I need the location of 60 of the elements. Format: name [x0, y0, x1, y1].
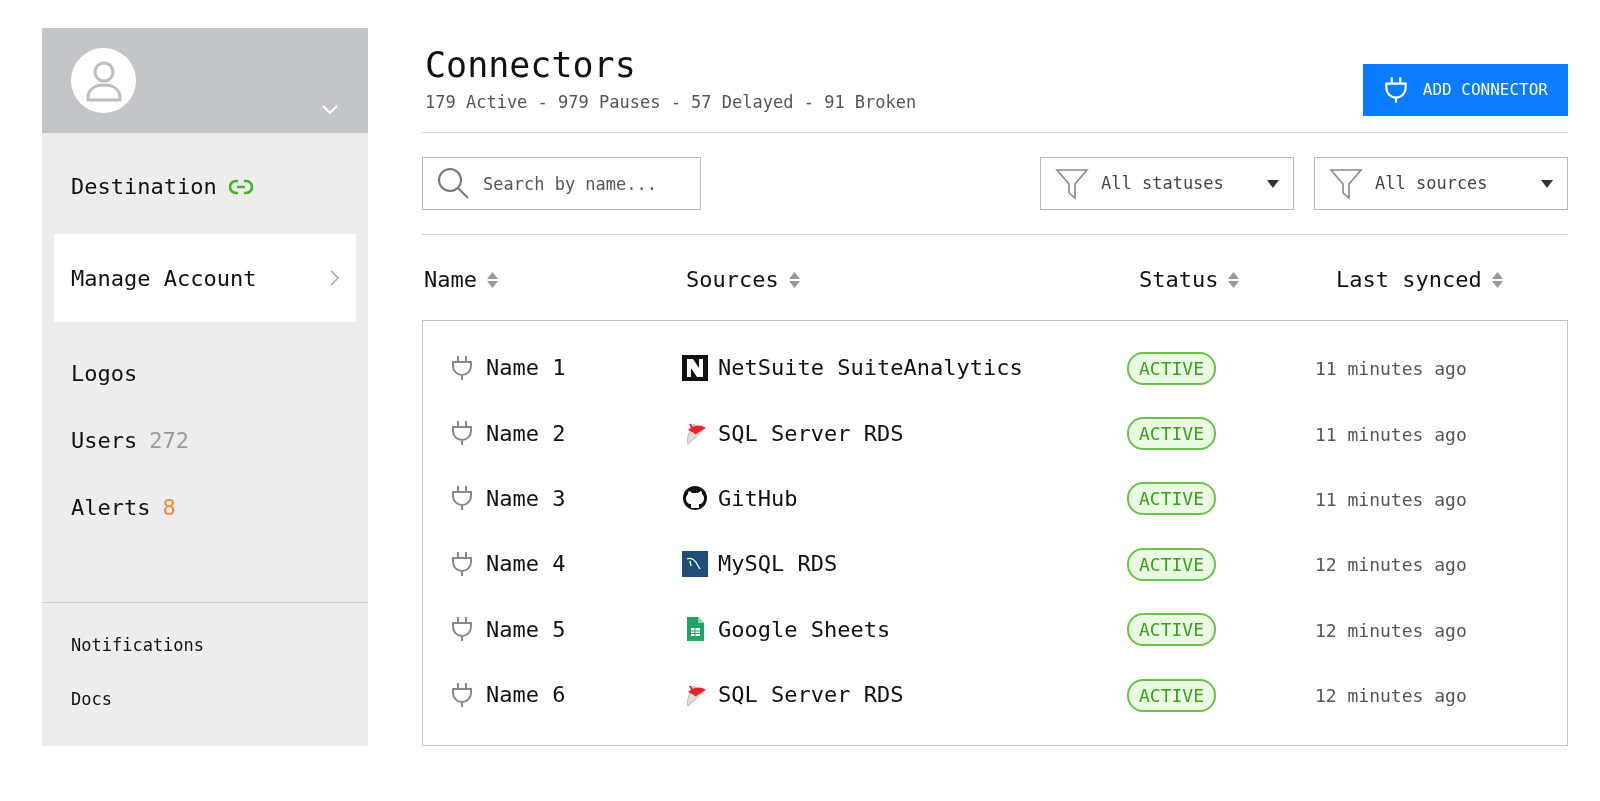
source-name: NetSuite SuiteAnalytics [718, 354, 1023, 383]
count-label: 8 [162, 494, 176, 522]
column-header[interactable]: Name [424, 263, 477, 296]
status-badge: ACTIVE [1127, 678, 1217, 712]
sort-icon[interactable] [1491, 270, 1503, 289]
connector-name[interactable]: Name 4 [486, 547, 566, 581]
source-logo-icon [682, 550, 708, 577]
source-name: GitHub [718, 484, 798, 513]
page-title: Connectors [425, 44, 637, 86]
connector-name[interactable]: Name 6 [486, 678, 566, 712]
connector-name[interactable]: Name 1 [486, 351, 566, 385]
user-icon [84, 59, 123, 102]
sort-icon[interactable] [788, 270, 800, 289]
chevron-right-icon [330, 270, 339, 286]
source-logo-icon [682, 485, 708, 512]
column-header[interactable]: Last synced [1336, 263, 1482, 296]
sidebar-link[interactable]: Docs [71, 686, 339, 712]
caret-down-icon [1541, 179, 1553, 188]
last-synced: 11 minutes ago [1315, 423, 1467, 445]
sort-icon[interactable] [1228, 270, 1240, 289]
search-field[interactable]: Search by name... [422, 157, 701, 210]
last-synced: 11 minutes ago [1315, 358, 1467, 380]
connector-summary: 179 Active - 979 Pauses - 57 Delayed - 91 Broken [425, 91, 917, 114]
search-icon [437, 167, 469, 199]
status-badge: ACTIVE [1127, 417, 1217, 451]
column-header[interactable]: Sources [686, 263, 779, 296]
status-badge: ACTIVE [1127, 547, 1217, 581]
status-badge: ACTIVE [1127, 613, 1217, 647]
add-connector-button[interactable]: ADD CONNECTOR [1362, 64, 1568, 116]
source-name: SQL Server RDS [718, 419, 904, 448]
sidebar-item[interactable]: Destination [54, 153, 356, 220]
status-badge: ACTIVE [1127, 351, 1217, 385]
plug-icon [1382, 75, 1409, 105]
last-synced: 12 minutes ago [1315, 685, 1467, 707]
filter-icon [1329, 166, 1363, 201]
connector-name[interactable]: Name 3 [486, 481, 566, 515]
filter-icon [1055, 166, 1089, 201]
last-synced: 11 minutes ago [1315, 488, 1467, 510]
last-synced: 12 minutes ago [1315, 554, 1467, 576]
filter-dropdown[interactable]: All statuses [1040, 157, 1294, 210]
sidebar-item[interactable]: Logos [54, 340, 356, 407]
source-name: SQL Server RDS [718, 681, 904, 710]
status-badge: ACTIVE [1127, 482, 1217, 516]
source-logo-icon [682, 354, 708, 381]
connector-name[interactable]: Name 5 [486, 612, 566, 646]
sidebar-item[interactable]: Manage Account [54, 234, 356, 322]
sort-icon[interactable] [487, 270, 498, 289]
sidebar-item[interactable]: Users [71, 424, 138, 457]
chevron-down-icon[interactable] [322, 105, 338, 115]
sidebar-item[interactable]: Alerts [71, 491, 151, 524]
count-label: 272 [149, 427, 189, 455]
connector-name[interactable]: Name 2 [486, 416, 566, 450]
source-name: MySQL RDS [718, 550, 838, 579]
caret-down-icon [1267, 179, 1279, 188]
last-synced: 12 minutes ago [1315, 619, 1467, 641]
filter-dropdown[interactable]: All sources [1314, 157, 1568, 210]
column-header[interactable]: Status [1139, 263, 1219, 296]
source-name: Google Sheets [718, 615, 891, 644]
sidebar-link[interactable]: Notifications [71, 633, 339, 659]
link-icon [228, 177, 253, 196]
